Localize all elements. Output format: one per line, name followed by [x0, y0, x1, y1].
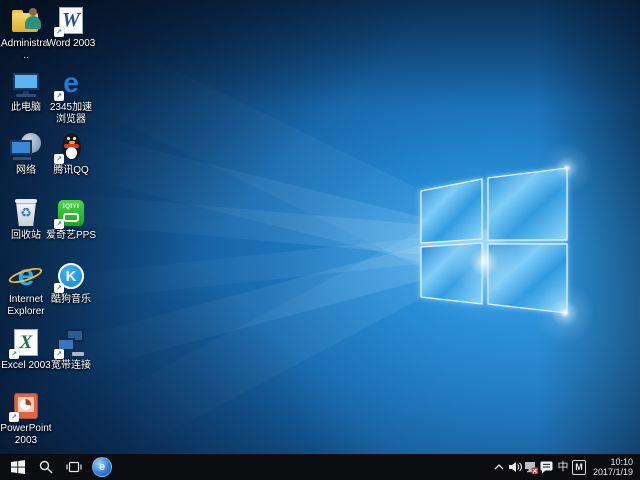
- clock-time: 10:10: [610, 457, 633, 467]
- user-folder-icon: [10, 6, 42, 36]
- shortcut-arrow-icon: ↗: [9, 349, 19, 359]
- icon-label: 爱奇艺PPS: [46, 230, 96, 242]
- message-bubble-icon: [540, 461, 553, 474]
- broadband-connection-icon: ↗: [55, 328, 87, 358]
- desktop-icon-tencent-qq[interactable]: ↗ 腾讯QQ: [45, 133, 97, 177]
- iqiyi-icon: iQIYI ↗: [55, 198, 87, 228]
- search-icon: [39, 460, 53, 474]
- shortcut-arrow-icon: ↗: [54, 283, 64, 293]
- show-hidden-icons-button[interactable]: [492, 456, 506, 478]
- icon-label: 腾讯QQ: [53, 165, 89, 177]
- windows-desktop: Administra... 此电脑 网络 ♻ 回收站 e Internet Ex…: [0, 0, 640, 480]
- browser-e-icon: e: [92, 457, 112, 477]
- recycle-symbol: ♻: [10, 205, 42, 221]
- qq-penguin-icon: ↗: [55, 133, 87, 163]
- shortcut-arrow-icon: ↗: [54, 91, 64, 101]
- shortcut-arrow-icon: ↗: [54, 27, 64, 37]
- icon-label: 宽带连接: [51, 360, 91, 372]
- icon-label: Excel 2003: [1, 360, 50, 372]
- powerpoint-icon: ↗: [10, 391, 42, 421]
- icon-label: 网络: [16, 165, 36, 177]
- icon-label: PowerPoint 2003: [0, 423, 52, 447]
- internet-explorer-icon: e: [10, 262, 42, 292]
- windows-logo-icon: [11, 460, 25, 474]
- clock-date: 2017/1/19: [593, 467, 633, 477]
- desktop-icon-word-2003[interactable]: W ↗ Word 2003: [45, 6, 97, 50]
- chevron-up-icon: [494, 463, 504, 471]
- search-button[interactable]: [32, 454, 60, 480]
- volume-button[interactable]: [508, 456, 522, 478]
- light-beam: [0, 106, 500, 279]
- desktop-icon-2345-browser[interactable]: e ↗ 2345加速浏览器: [45, 70, 97, 126]
- desktop-icon-broadband[interactable]: ↗ 宽带连接: [45, 328, 97, 372]
- desktop-icon-powerpoint-2003[interactable]: ↗ PowerPoint 2003: [0, 391, 52, 447]
- network-icon: [10, 133, 42, 163]
- taskbar: e: [0, 454, 640, 480]
- taskbar-clock[interactable]: 10:10 2017/1/19: [588, 457, 636, 477]
- recycle-bin-icon: ♻: [10, 198, 42, 228]
- action-center-button[interactable]: [540, 456, 554, 478]
- icon-label: 酷狗音乐: [51, 294, 91, 306]
- browser-e-icon: e ↗: [55, 70, 87, 100]
- ime-language-indicator[interactable]: 中: [556, 456, 570, 478]
- network-disconnected-icon: [524, 461, 538, 474]
- kugou-icon: K ↗: [55, 262, 87, 292]
- shortcut-arrow-icon: ↗: [9, 412, 19, 422]
- icon-label: 2345加速浏览器: [45, 102, 97, 126]
- network-status-button[interactable]: [524, 456, 538, 478]
- ime-mode-indicator[interactable]: M: [572, 456, 586, 478]
- start-button[interactable]: [4, 454, 32, 480]
- computer-icon: [10, 70, 42, 100]
- word-icon: W ↗: [55, 6, 87, 36]
- shortcut-arrow-icon: ↗: [54, 219, 64, 229]
- excel-icon: X ↗: [10, 328, 42, 358]
- icon-label: 此电脑: [11, 102, 41, 114]
- task-view-icon: [66, 460, 82, 474]
- speaker-icon: [508, 461, 522, 473]
- icon-label: Word 2003: [47, 38, 96, 50]
- desktop-icon-kugou-music[interactable]: K ↗ 酷狗音乐: [45, 262, 97, 306]
- desktop-icon-iqiyi-pps[interactable]: iQIYI ↗ 爱奇艺PPS: [45, 198, 97, 242]
- ime-chinese-label: 中: [557, 461, 568, 473]
- ime-mode-label: M: [572, 460, 586, 475]
- system-tray: 中 M 10:10 2017/1/19: [492, 456, 640, 478]
- icon-label: 回收站: [11, 230, 41, 242]
- light-beam: [0, 227, 499, 400]
- shortcut-arrow-icon: ↗: [54, 349, 64, 359]
- shortcut-arrow-icon: ↗: [54, 154, 64, 164]
- task-view-button[interactable]: [60, 454, 88, 480]
- pinned-browser-button[interactable]: e: [88, 454, 116, 480]
